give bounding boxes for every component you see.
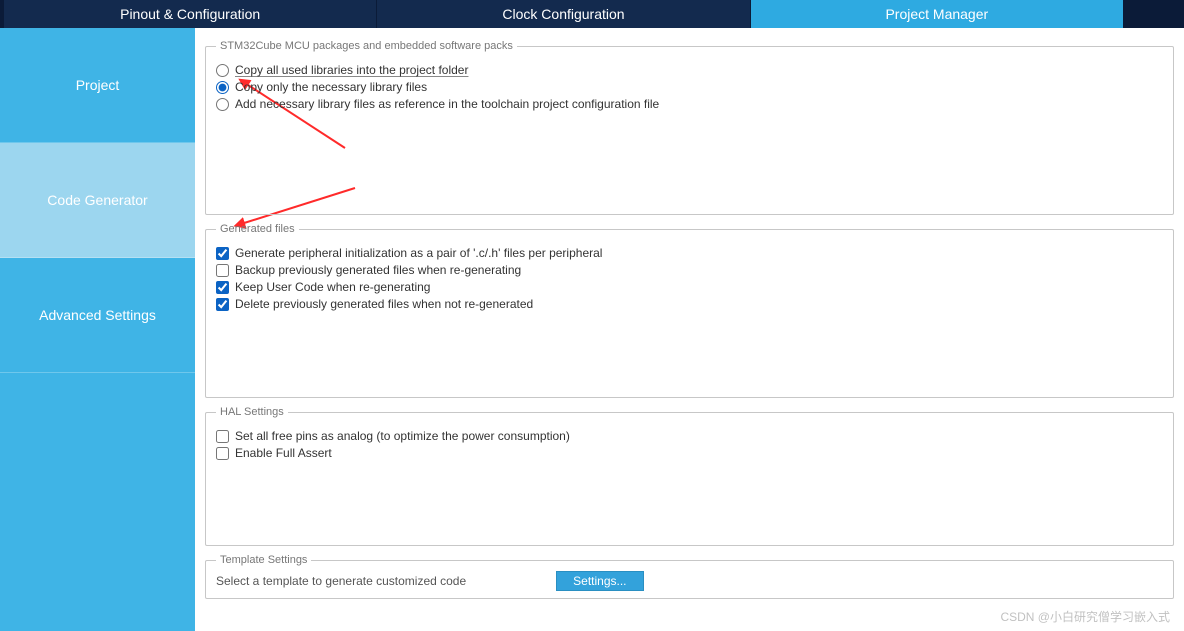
radio-copy-all-label: Copy all used libraries into the project… (235, 63, 468, 77)
check-pair-files[interactable]: Generate peripheral initialization as a … (216, 246, 1163, 260)
template-settings-button[interactable]: Settings... (556, 571, 643, 591)
check-delete-old[interactable]: Delete previously generated files when n… (216, 297, 1163, 311)
check-free-pins-analog-input[interactable] (216, 430, 229, 443)
sidebar: Project Code Generator Advanced Settings (0, 28, 195, 631)
group-template-legend: Template Settings (216, 554, 311, 566)
check-free-pins-analog-label: Set all free pins as analog (to optimize… (235, 429, 570, 443)
group-hal-settings: HAL Settings Set all free pins as analog… (205, 406, 1174, 546)
sidebar-item-project-label: Project (76, 77, 120, 93)
check-enable-full-assert-input[interactable] (216, 447, 229, 460)
sidebar-item-code-generator[interactable]: Code Generator (0, 143, 195, 258)
tab-clock-label: Clock Configuration (502, 6, 624, 22)
radio-copy-necessary-input[interactable] (216, 81, 229, 94)
group-hal-legend: HAL Settings (216, 406, 288, 418)
tab-project-manager[interactable]: Project Manager (751, 0, 1124, 28)
check-keep-user-code-label: Keep User Code when re-generating (235, 280, 430, 294)
radio-copy-necessary[interactable]: Copy only the necessary library files (216, 80, 1163, 94)
check-keep-user-code[interactable]: Keep User Code when re-generating (216, 280, 1163, 294)
group-packages: STM32Cube MCU packages and embedded soft… (205, 40, 1174, 215)
check-backup-input[interactable] (216, 264, 229, 277)
tab-pinout[interactable]: Pinout & Configuration (4, 0, 377, 28)
check-free-pins-analog[interactable]: Set all free pins as analog (to optimize… (216, 429, 1163, 443)
radio-add-reference-input[interactable] (216, 98, 229, 111)
check-delete-old-input[interactable] (216, 298, 229, 311)
main-area: Project Code Generator Advanced Settings… (0, 28, 1184, 631)
sidebar-item-project[interactable]: Project (0, 28, 195, 143)
check-enable-full-assert-label: Enable Full Assert (235, 446, 332, 460)
tab-project-manager-label: Project Manager (885, 6, 988, 22)
group-generated-legend: Generated files (216, 223, 299, 235)
radio-copy-necessary-label: Copy only the necessary library files (235, 80, 427, 94)
check-backup[interactable]: Backup previously generated files when r… (216, 263, 1163, 277)
group-template-settings: Template Settings Select a template to g… (205, 554, 1174, 599)
check-keep-user-code-input[interactable] (216, 281, 229, 294)
radio-copy-all-input[interactable] (216, 64, 229, 77)
template-description: Select a template to generate customized… (216, 574, 466, 588)
check-delete-old-label: Delete previously generated files when n… (235, 297, 533, 311)
check-enable-full-assert[interactable]: Enable Full Assert (216, 446, 1163, 460)
check-pair-files-input[interactable] (216, 247, 229, 260)
watermark-text: CSDN @小白研究僧学习嵌入式 (1000, 608, 1170, 625)
group-generated-files: Generated files Generate peripheral init… (205, 223, 1174, 398)
group-packages-legend: STM32Cube MCU packages and embedded soft… (216, 40, 517, 52)
tabbar-right-spacer (1124, 0, 1184, 28)
radio-add-reference-label: Add necessary library files as reference… (235, 97, 659, 111)
sidebar-item-advanced-settings[interactable]: Advanced Settings (0, 258, 195, 373)
radio-copy-all[interactable]: Copy all used libraries into the project… (216, 63, 1163, 77)
radio-add-reference[interactable]: Add necessary library files as reference… (216, 97, 1163, 111)
sidebar-item-code-generator-label: Code Generator (47, 192, 147, 208)
sidebar-item-advanced-label: Advanced Settings (39, 307, 156, 323)
check-pair-files-label: Generate peripheral initialization as a … (235, 246, 602, 260)
tab-clock[interactable]: Clock Configuration (377, 0, 750, 28)
content-panel: STM32Cube MCU packages and embedded soft… (195, 28, 1184, 631)
check-backup-label: Backup previously generated files when r… (235, 263, 521, 277)
sidebar-empty (0, 373, 195, 631)
top-tabbar: Pinout & Configuration Clock Configurati… (0, 0, 1184, 28)
tab-pinout-label: Pinout & Configuration (120, 6, 260, 22)
